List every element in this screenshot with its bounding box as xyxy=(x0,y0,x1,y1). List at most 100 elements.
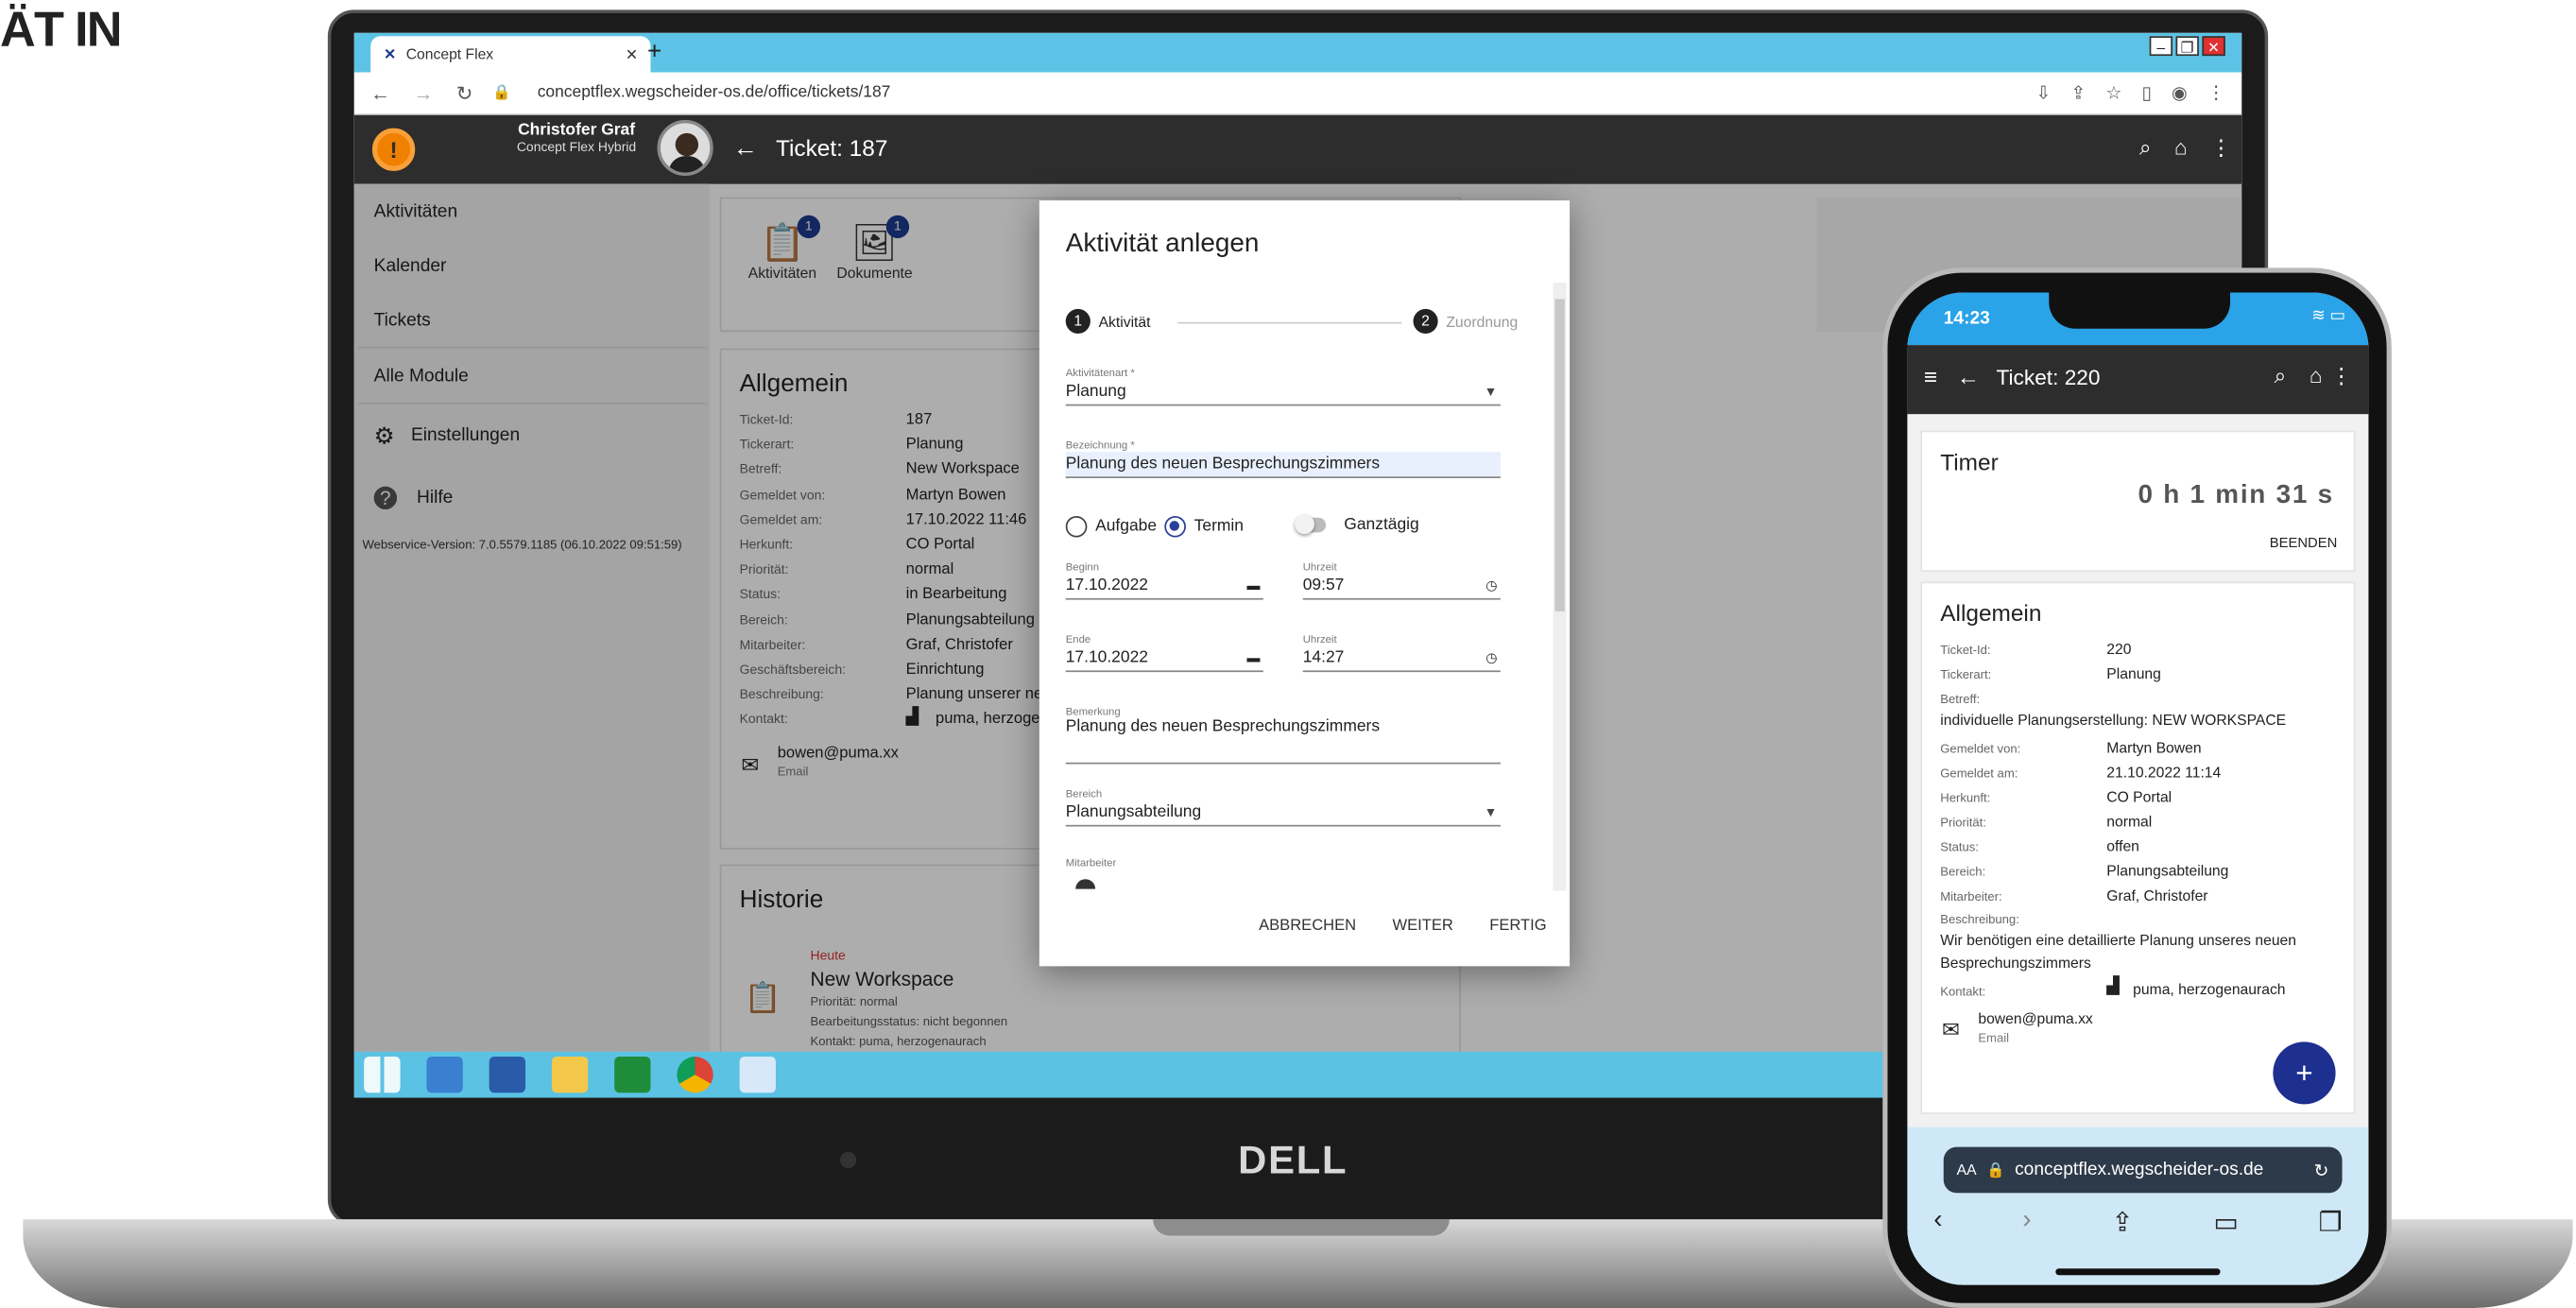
field-value: 220 xyxy=(2106,641,2132,658)
next-button[interactable]: WEITER xyxy=(1392,917,1452,935)
field-value: Graf, Christofer xyxy=(2106,886,2208,904)
install-icon[interactable]: ⇩ xyxy=(2035,82,2051,104)
tabs-icon[interactable]: ❐ xyxy=(2318,1206,2342,1239)
profile-icon[interactable]: ◉ xyxy=(2172,82,2188,104)
user-company: Concept Flex Hybrid xyxy=(516,139,637,155)
step-assignment-label: Zuordnung xyxy=(1446,313,1519,330)
factory-icon: ▟ xyxy=(2106,977,2120,996)
powershell-icon[interactable] xyxy=(489,1056,526,1093)
end-label: Ende xyxy=(1065,634,1091,646)
safari-back-icon[interactable]: ‹ xyxy=(1933,1206,1942,1239)
browser-menu-icon[interactable]: ⋮ xyxy=(2207,82,2225,104)
begin-date-field[interactable]: Beginn 17.10.2022 ▬ xyxy=(1065,562,1263,600)
subject-label: Betreff: xyxy=(1940,691,1981,707)
safari-address-bar[interactable]: AA 🔒 conceptflex.wegscheider-os.de ↻ xyxy=(1943,1146,2343,1194)
description-label: Beschreibung: xyxy=(1940,911,2019,927)
radio-appointment[interactable]: Termin xyxy=(1164,515,1244,538)
windows-start-icon[interactable] xyxy=(364,1056,401,1093)
field-value: 21.10.2022 11:14 xyxy=(2106,764,2222,781)
back-arrow-icon[interactable]: ← xyxy=(733,135,758,164)
name-value[interactable]: Planung des neuen Besprechungszimmers xyxy=(1065,452,1501,478)
new-tab-button[interactable]: + xyxy=(647,38,661,66)
remark-field[interactable]: Bemerkung Planung des neuen Besprechungs… xyxy=(1065,707,1501,765)
clock-icon[interactable]: ◷ xyxy=(1485,574,1497,598)
conceptflex-taskbar-icon[interactable] xyxy=(739,1056,776,1093)
window-controls: – ❐ ✕ xyxy=(2149,36,2225,57)
share-icon[interactable]: ⇪ xyxy=(2070,82,2086,104)
search-icon[interactable]: ⌕ xyxy=(2139,135,2152,162)
step-activity[interactable]: 1 Aktivität xyxy=(1065,308,1151,334)
phone-general-card: Allgemein Ticket-Id: 220 Tickerart: Planung… xyxy=(1920,581,2356,1114)
add-fab-button[interactable]: + xyxy=(2273,1041,2336,1105)
sidepanel-icon[interactable]: ▯ xyxy=(2141,82,2152,104)
staff-field[interactable]: Mitarbeiter xyxy=(1066,858,1501,889)
browser-tab[interactable]: ✕ Concept Flex × xyxy=(370,36,651,73)
corner-heading-fragment: ÄT IN xyxy=(0,3,123,58)
phone-contact-email[interactable]: bowen@puma.xx xyxy=(1978,1010,2092,1026)
home-icon[interactable]: ⌂ xyxy=(2174,135,2188,162)
field-value: Martyn Bowen xyxy=(2106,739,2202,756)
user-info: Christofer Graf Concept Flex Hybrid xyxy=(470,122,684,155)
reload-icon[interactable]: ↻ xyxy=(2314,1160,2329,1180)
forward-icon[interactable]: → xyxy=(413,81,433,104)
begin-time-field[interactable]: Uhrzeit 09:57 ◷ xyxy=(1302,562,1501,600)
remark-value[interactable]: Planung des neuen Besprechungszimmers xyxy=(1065,718,1501,765)
minimize-button[interactable]: – xyxy=(2149,36,2173,57)
safari-forward-icon[interactable]: › xyxy=(2022,1206,2031,1239)
dropdown-arrow-icon: ▼ xyxy=(1484,384,1498,400)
store-icon[interactable] xyxy=(614,1056,651,1093)
activity-type-select[interactable]: Aktivitätenart * Planung ▼ xyxy=(1065,368,1501,406)
field-label: Tickerart: xyxy=(1940,666,1992,682)
server-manager-icon[interactable] xyxy=(426,1056,463,1093)
allday-toggle[interactable]: Ganztägig xyxy=(1294,514,1419,534)
field-value: CO Portal xyxy=(2106,788,2172,805)
area-select[interactable]: Bereich Planungsabteilung ▼ xyxy=(1065,789,1501,827)
end-time-field[interactable]: Uhrzeit 14:27 ◷ xyxy=(1302,634,1501,673)
begin-date-value: 17.10.2022 xyxy=(1065,577,1148,595)
dialog-scrollbar[interactable] xyxy=(1553,283,1567,891)
field-value: Planungsabteilung xyxy=(2106,862,2229,880)
back-icon[interactable]: ← xyxy=(370,81,390,104)
menu-icon[interactable]: ≡ xyxy=(1924,363,1937,389)
home-icon[interactable]: ⌂ xyxy=(2310,363,2323,387)
phone-app-header: ≡ ← Ticket: 220 ⌕ ⌂ ⋮ xyxy=(1907,345,2369,415)
end-date-field[interactable]: Ende 17.10.2022 ▬ xyxy=(1065,634,1263,673)
close-tab-icon[interactable]: × xyxy=(626,43,637,65)
share-icon[interactable]: ⇪ xyxy=(2111,1206,2133,1239)
name-field[interactable]: Bezeichnung * Planung des neuen Besprech… xyxy=(1065,440,1501,478)
chrome-icon[interactable] xyxy=(677,1056,713,1093)
search-icon[interactable]: ⌕ xyxy=(2275,363,2287,389)
more-vert-icon[interactable]: ⋮ xyxy=(2210,135,2232,162)
cancel-button[interactable]: ABBRECHEN xyxy=(1259,917,1356,935)
more-vert-icon[interactable]: ⋮ xyxy=(2330,363,2352,389)
clock-icon[interactable]: ◷ xyxy=(1485,645,1497,670)
end-time-label: Uhrzeit xyxy=(1302,634,1337,646)
phone-notch xyxy=(2049,292,2231,329)
bookmark-star-icon[interactable]: ☆ xyxy=(2105,82,2121,104)
reload-icon[interactable]: ↻ xyxy=(456,81,473,104)
step-activity-label: Aktivität xyxy=(1098,313,1151,330)
phone-page-title: Ticket: 220 xyxy=(1996,364,2101,390)
dell-logo: DELL xyxy=(1238,1138,1348,1183)
done-button[interactable]: FERTIG xyxy=(1489,917,1546,935)
text-size-button[interactable]: AA xyxy=(1957,1162,1977,1178)
laptop-camera xyxy=(839,1151,857,1169)
end-time-value: 14:27 xyxy=(1302,648,1345,667)
file-explorer-icon[interactable] xyxy=(551,1056,589,1093)
phone-screen: 14:23 ≋ ▭ ≡ ← Ticket: 220 ⌕ ⌂ ⋮ Timer 0 … xyxy=(1907,292,2369,1285)
timer-end-button[interactable]: BEENDEN xyxy=(2270,534,2338,550)
close-window-button[interactable]: ✕ xyxy=(2202,36,2225,57)
conceptflex-logo-icon[interactable]: ! xyxy=(371,128,416,171)
back-arrow-icon[interactable]: ← xyxy=(1957,363,1980,389)
radio-task[interactable]: Aufgabe xyxy=(1065,515,1157,538)
step-assignment[interactable]: 2 Zuordnung xyxy=(1413,308,1519,334)
timer-title: Timer xyxy=(1940,448,1999,475)
url-field[interactable]: conceptflex.wegscheider-os.de/office/tic… xyxy=(538,84,891,102)
avatar[interactable] xyxy=(657,119,713,177)
calendar-icon[interactable]: ▬ xyxy=(1246,574,1260,598)
maximize-button[interactable]: ❐ xyxy=(2175,36,2199,57)
bookmarks-icon[interactable]: ▭ xyxy=(2213,1206,2238,1239)
end-date-value: 17.10.2022 xyxy=(1065,648,1148,667)
field-value: offen xyxy=(2106,837,2139,855)
calendar-icon[interactable]: ▬ xyxy=(1246,645,1260,670)
